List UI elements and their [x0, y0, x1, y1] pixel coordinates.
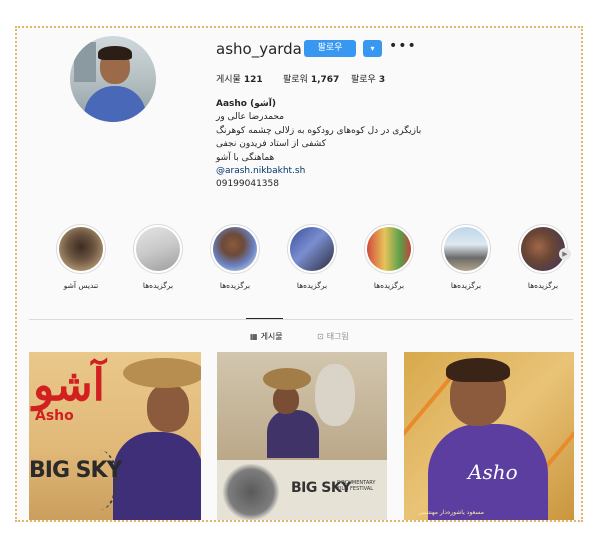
highlight-thumbnail [521, 227, 565, 271]
post-figure [267, 410, 319, 458]
tag-person-icon: ⊡ [317, 332, 324, 341]
stat-followers[interactable]: 팔로워 1,767 [283, 72, 339, 85]
highlight-ring [364, 224, 414, 274]
highlight-ring [441, 224, 491, 274]
stat-following-value: 3 [378, 75, 386, 85]
avatar-shirt [84, 86, 146, 122]
highlight-item[interactable]: برگزیده‌ها [359, 224, 419, 290]
post-caption: مسعود یاشوره‌دار مهنتسی [418, 509, 484, 516]
profile-display-name: Aasho (آشو) [216, 99, 276, 109]
highlight-ring [56, 224, 106, 274]
follow-button[interactable]: 팔로우 [304, 40, 356, 57]
highlight-thumbnail [136, 227, 180, 271]
grid-icon: ▦ [250, 332, 258, 341]
tab-posts[interactable]: ▦ 게시물 [246, 318, 283, 342]
stat-following[interactable]: 팔로우 3 [351, 72, 385, 85]
post-title-english: Asho [35, 408, 74, 424]
tab-tagged-label: 태그됨 [326, 332, 349, 341]
post-thumbnail[interactable]: آشو Asho BIG SKY [29, 352, 201, 520]
profile-bio: Aasho (آشو) محمدرضا عالی ور بازیگری در د… [216, 98, 436, 192]
festival-logo-text: BIG SKY [29, 458, 122, 483]
tab-posts-label: 게시물 [260, 332, 283, 341]
bio-mention-link[interactable]: @arash.nikbakht.sh [216, 165, 436, 178]
post-figure-face [147, 384, 189, 432]
highlight-item[interactable]: تندیس آشو [51, 224, 111, 290]
bio-line: کشفی از استاد فریدون نجفی [216, 139, 326, 150]
suggested-dropdown-button[interactable]: ▾ [363, 40, 382, 57]
stat-posts-label: 게시물 [216, 75, 241, 85]
post-figure-hat [263, 368, 311, 390]
highlight-label: برگزیده‌ها [527, 281, 559, 290]
tab-tagged[interactable]: ⊡ 태그됨 [317, 331, 349, 342]
post-thumbnail[interactable]: Asho مسعود یاشوره‌دار مهنتسی [404, 352, 574, 520]
highlight-item[interactable]: برگزیده‌ها [436, 224, 496, 290]
festival-subtitle: DOCUMENTARY FILM FESTIVAL [337, 480, 376, 492]
highlight-label: برگزیده‌ها [373, 281, 405, 290]
highlight-ring [133, 224, 183, 274]
highlight-thumbnail [59, 227, 103, 271]
profile-frame: asho_yarda 팔로우 ▾ ••• 게시물 121 팔로워 1,767 팔로우… [15, 26, 583, 522]
tabs-divider [29, 319, 573, 320]
avatar-hair [98, 46, 132, 60]
tree-icon [221, 464, 281, 520]
bio-line: هماهنگی با آشو [216, 152, 275, 163]
highlight-label: برگزیده‌ها [142, 281, 174, 290]
highlight-label: برگزیده‌ها [450, 281, 482, 290]
highlight-thumbnail [444, 227, 488, 271]
highlight-item[interactable]: برگزیده‌ها [282, 224, 342, 290]
highlight-label: برگزیده‌ها [296, 281, 328, 290]
stat-followers-label: 팔로워 [283, 75, 308, 85]
highlight-ring [287, 224, 337, 274]
bio-line: بازیگری در دل کوه‌های رودکوه به زلالی چش… [216, 125, 422, 136]
highlight-item[interactable]: برگزیده‌ها [205, 224, 265, 290]
highlight-item[interactable]: برگزیده‌ها [128, 224, 188, 290]
post-figure-hat [123, 358, 201, 388]
profile-username: asho_yarda [216, 40, 302, 58]
highlight-thumbnail [213, 227, 257, 271]
post-thumbnail[interactable]: BIG SKY DOCUMENTARY FILM FESTIVAL [217, 352, 387, 520]
stat-posts: 게시물 121 [216, 72, 263, 85]
stat-followers-value: 1,767 [310, 75, 340, 85]
stat-following-label: 팔로우 [351, 75, 376, 85]
highlight-ring [210, 224, 260, 274]
bio-phone: 09199041358 [216, 179, 279, 190]
highlight-label: تندیس آشو [63, 281, 99, 290]
bio-line: محمدرضا عالی ور [216, 112, 285, 123]
stat-posts-value: 121 [243, 75, 263, 85]
avatar-background [74, 42, 96, 82]
more-options-icon[interactable]: ••• [389, 38, 417, 54]
post-title: Asho [468, 460, 518, 484]
festival-poster: BIG SKY DOCUMENTARY FILM FESTIVAL [217, 460, 387, 520]
highlight-thumbnail [290, 227, 334, 271]
highlight-thumbnail [367, 227, 411, 271]
post-figure-hair [446, 358, 510, 382]
highlight-label: برگزیده‌ها [219, 281, 251, 290]
post-lamb [315, 364, 355, 426]
avatar[interactable] [70, 36, 156, 122]
post-figure [113, 432, 201, 520]
post-title-persian: آشو [33, 360, 105, 411]
post-figure-face [273, 386, 299, 414]
chevron-down-icon: ▾ [370, 44, 375, 53]
chevron-right-icon[interactable]: ▶ [559, 248, 571, 260]
